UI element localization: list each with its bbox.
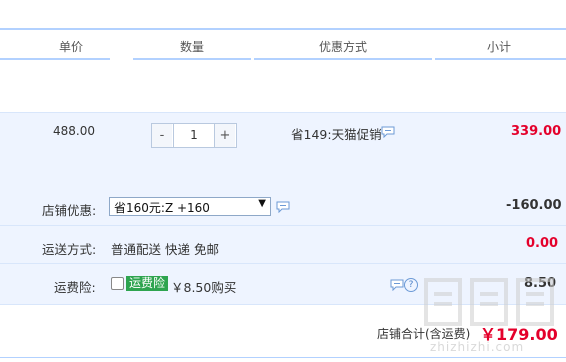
shop-discount-amount: -160.00 [506, 198, 562, 213]
watermark-text: zhizhizhi.com [430, 340, 525, 354]
header-underline [0, 58, 110, 60]
shipping-insurance-checkbox[interactable] [111, 277, 124, 290]
chat-icon[interactable] [276, 201, 290, 213]
column-quantity: 数量 [180, 40, 205, 54]
item-subtotal: 339.00 [511, 124, 562, 139]
promotion-text: 省149:天猫促销 [291, 127, 382, 142]
chat-icon[interactable] [390, 279, 404, 291]
column-unit-price: 单价 [59, 40, 84, 54]
table-header [0, 28, 566, 62]
unit-price: 488.00 [53, 124, 95, 138]
chevron-down-icon: ▼ [258, 198, 266, 209]
chat-icon[interactable] [381, 126, 395, 138]
shop-discount-selected: 省160元:Z +160 [114, 201, 210, 215]
decrease-button[interactable]: - [152, 124, 172, 147]
increase-button[interactable]: + [215, 124, 235, 147]
shipping-label: 运送方式: [42, 242, 97, 257]
shipping-insurance-label: 运费险: [54, 280, 96, 295]
shipping-amount: 0.00 [526, 236, 559, 251]
quantity-stepper[interactable]: - 1 + [151, 123, 237, 148]
header-underline [133, 58, 251, 60]
column-promotion: 优惠方式 [319, 40, 368, 54]
quantity-input[interactable]: 1 [173, 124, 215, 147]
header-underline [254, 58, 432, 60]
bottom-divider [0, 357, 566, 358]
header-underline [435, 58, 566, 60]
shipping-method: 普通配送 快递 免邮 [111, 242, 219, 257]
shipping-insurance-badge: 运费险 [126, 276, 169, 291]
shipping-insurance-price: ￥8.50购买 [171, 280, 237, 295]
watermark-logo [420, 270, 566, 340]
column-subtotal: 小计 [487, 40, 512, 54]
help-icon[interactable]: ? [404, 278, 418, 292]
shop-discount-label: 店铺优惠: [42, 203, 97, 218]
shop-discount-select[interactable]: 省160元:Z +160 ▼ [109, 197, 271, 216]
